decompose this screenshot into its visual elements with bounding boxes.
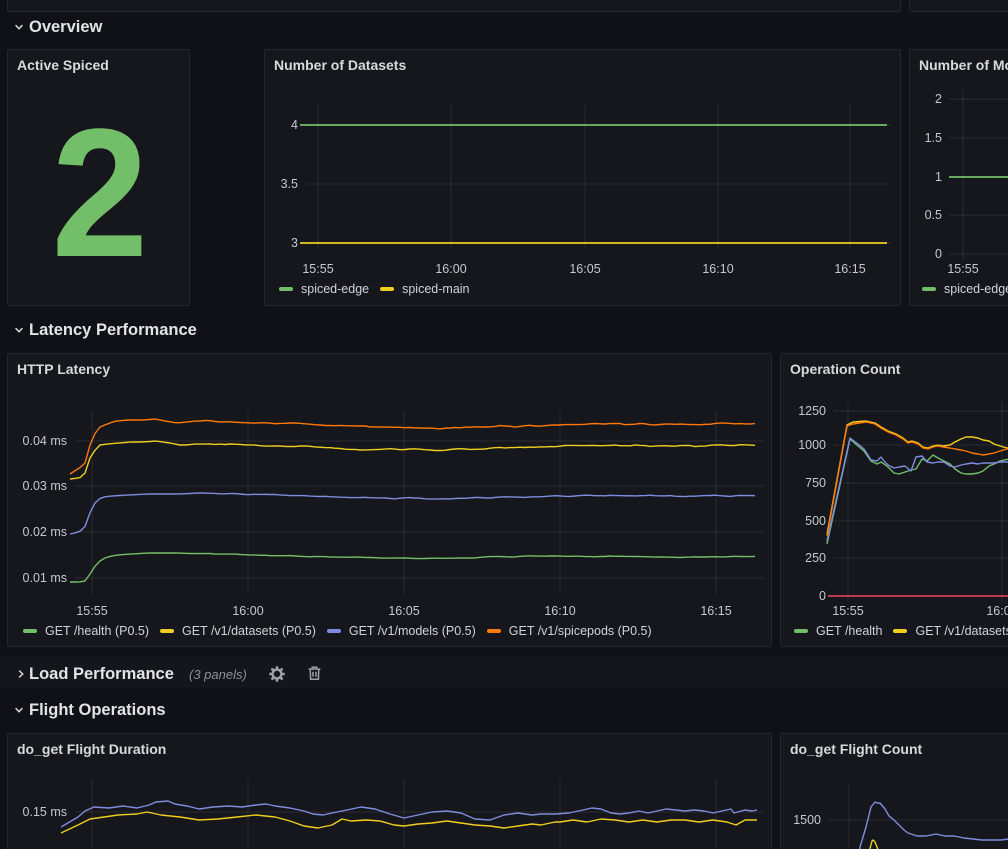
svg-text:2: 2	[935, 92, 942, 106]
svg-text:0: 0	[819, 589, 826, 603]
svg-text:16:00: 16:00	[435, 262, 466, 276]
svg-text:15:55: 15:55	[947, 262, 978, 276]
svg-text:15:55: 15:55	[832, 604, 863, 618]
svg-text:1250: 1250	[798, 404, 826, 418]
svg-text:15:55: 15:55	[302, 262, 333, 276]
svg-text:750: 750	[805, 476, 826, 490]
svg-text:1: 1	[935, 170, 942, 184]
svg-text:0.04 ms: 0.04 ms	[23, 434, 67, 448]
svg-text:16:00: 16:00	[232, 604, 263, 618]
svg-text:0.5: 0.5	[925, 208, 942, 222]
svg-text:0: 0	[935, 247, 942, 261]
svg-text:16:15: 16:15	[834, 262, 865, 276]
svg-text:3.5: 3.5	[281, 177, 298, 191]
svg-text:15:55: 15:55	[76, 604, 107, 618]
svg-text:16:10: 16:10	[702, 262, 733, 276]
svg-text:16:05: 16:05	[388, 604, 419, 618]
svg-text:4: 4	[291, 118, 298, 132]
svg-text:1500: 1500	[793, 813, 821, 827]
svg-text:0.15 ms: 0.15 ms	[23, 805, 67, 819]
svg-text:0.02 ms: 0.02 ms	[23, 525, 67, 539]
svg-text:0.03 ms: 0.03 ms	[23, 479, 67, 493]
svg-text:500: 500	[805, 514, 826, 528]
svg-text:250: 250	[805, 551, 826, 565]
svg-text:16:05: 16:05	[569, 262, 600, 276]
svg-text:1.5: 1.5	[925, 131, 942, 145]
svg-text:16:10: 16:10	[544, 604, 575, 618]
svg-text:16:00: 16:00	[986, 604, 1008, 618]
svg-text:3: 3	[291, 236, 298, 250]
svg-text:1000: 1000	[798, 438, 826, 452]
svg-text:16:15: 16:15	[700, 604, 731, 618]
svg-text:0.01 ms: 0.01 ms	[23, 571, 67, 585]
